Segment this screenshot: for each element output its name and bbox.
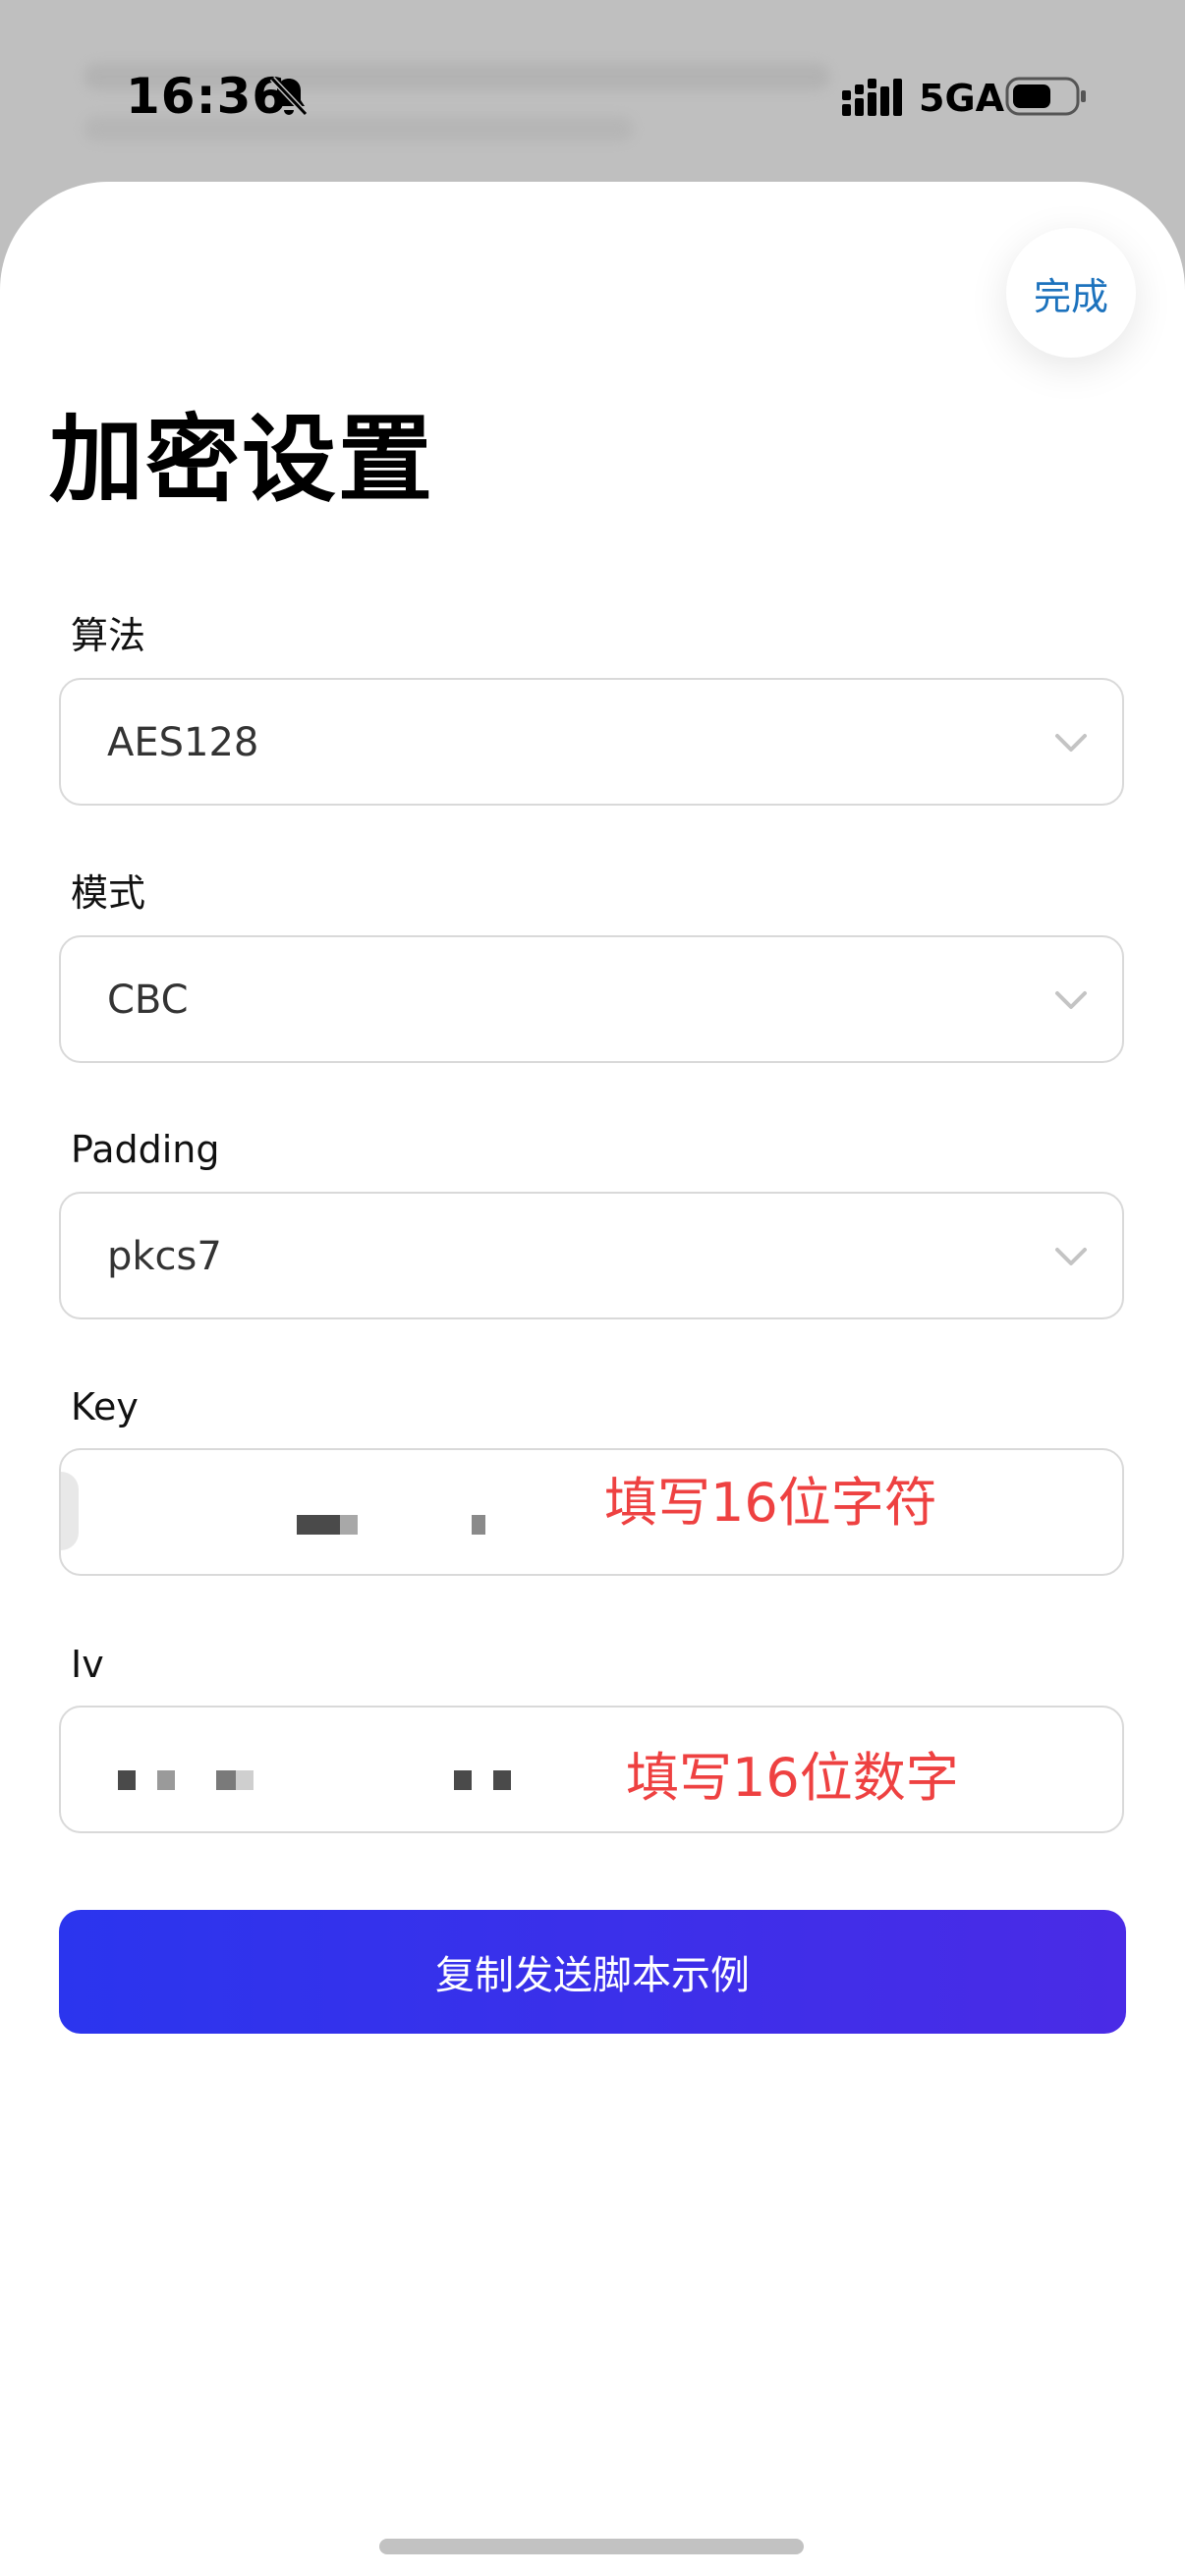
chevron-down-icon bbox=[1055, 1248, 1087, 1265]
redacted-value bbox=[236, 1770, 254, 1790]
page-title: 加密设置 bbox=[49, 405, 434, 515]
redacted-value bbox=[493, 1770, 511, 1790]
padding-value: pkcs7 bbox=[107, 1234, 222, 1279]
redacted-value bbox=[118, 1770, 136, 1790]
key-label: Key bbox=[71, 1385, 139, 1428]
copy-script-example-button[interactable]: 复制发送脚本示例 bbox=[59, 1910, 1126, 2034]
key-hint: 填写16位字符 bbox=[604, 1472, 937, 1534]
redacted-value bbox=[297, 1515, 340, 1535]
redacted-value bbox=[157, 1770, 175, 1790]
key-input[interactable] bbox=[59, 1448, 1124, 1576]
mode-select[interactable]: CBC bbox=[59, 935, 1124, 1063]
redacted-value bbox=[472, 1515, 485, 1535]
padding-select[interactable]: pkcs7 bbox=[59, 1192, 1124, 1319]
chevron-down-icon bbox=[1055, 734, 1087, 752]
home-indicator[interactable] bbox=[379, 2539, 804, 2554]
algorithm-label: 算法 bbox=[71, 614, 146, 657]
iv-label: Iv bbox=[71, 1643, 104, 1686]
encryption-settings-sheet bbox=[0, 182, 1185, 2576]
mode-label: 模式 bbox=[71, 871, 146, 915]
redacted-value bbox=[340, 1515, 358, 1535]
signal-icon bbox=[842, 79, 902, 116]
algorithm-value: AES128 bbox=[107, 720, 259, 765]
redacted-value bbox=[216, 1770, 236, 1790]
done-button[interactable]: 完成 bbox=[1006, 228, 1136, 358]
mode-value: CBC bbox=[107, 978, 189, 1023]
algorithm-select[interactable]: AES128 bbox=[59, 678, 1124, 806]
iv-hint: 填写16位数字 bbox=[626, 1747, 959, 1809]
redacted-value bbox=[454, 1770, 472, 1790]
iv-input[interactable] bbox=[59, 1706, 1124, 1833]
chevron-down-icon bbox=[1055, 991, 1087, 1009]
padding-label: Padding bbox=[71, 1128, 220, 1171]
network-type: 5GA bbox=[919, 77, 1005, 120]
battery-icon bbox=[1005, 77, 1086, 116]
status-time: 16:36 bbox=[126, 68, 288, 125]
input-edge-shadow bbox=[61, 1472, 79, 1550]
status-bar: 16:36 5GA bbox=[0, 0, 1185, 187]
bell-slash-icon bbox=[269, 76, 309, 117]
